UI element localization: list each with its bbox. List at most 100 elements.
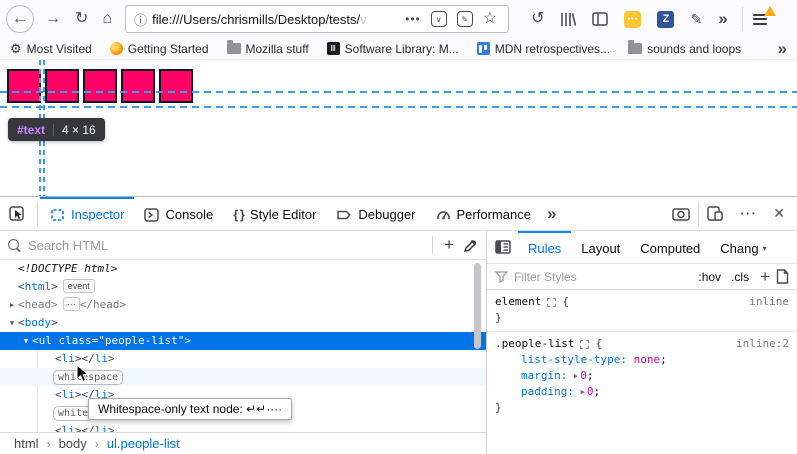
- css-declaration[interactable]: list-style-type: none;: [495, 352, 789, 368]
- search-icon: [8, 239, 21, 252]
- screenshot-extension-icon[interactable]: ✎: [457, 11, 473, 27]
- doctype-text: <!DOCTYPE html>: [18, 262, 117, 275]
- tree-row-doctype[interactable]: <!DOCTYPE html>: [0, 260, 486, 278]
- responsive-mode-icon[interactable]: [707, 206, 723, 221]
- tree-scrollbar[interactable]: [474, 263, 481, 349]
- tree-row-head[interactable]: ▶<head>⋯</head>: [0, 296, 486, 314]
- property-name: list-style-type: [521, 353, 620, 366]
- toolbar-overflow-icon[interactable]: »: [718, 9, 727, 29]
- collapse-sidebar-icon[interactable]: [495, 240, 511, 254]
- extension-glyph: ✎: [461, 15, 468, 24]
- tab-console[interactable]: Console: [134, 197, 223, 231]
- back-button[interactable]: ←: [6, 5, 34, 33]
- rule-people-list: .people-list { inline:2 list-style-type:…: [487, 332, 797, 421]
- bookmark-getting-started[interactable]: Getting Started: [110, 42, 209, 56]
- library-icon[interactable]: [560, 12, 576, 27]
- eyedropper-icon[interactable]: [463, 238, 478, 253]
- expand-value-icon[interactable]: ▶: [574, 372, 578, 380]
- list-item-box[interactable]: [121, 69, 155, 103]
- pocket-icon[interactable]: ∨: [431, 11, 447, 27]
- tag-li: li: [62, 352, 75, 365]
- rule-source-link[interactable]: inline: [749, 294, 789, 310]
- tab-debugger[interactable]: Debugger: [326, 197, 425, 231]
- infobar-tag: #text: [17, 123, 45, 137]
- history-icon[interactable]: ↺: [531, 11, 544, 27]
- collapse-arrow-icon[interactable]: ▼: [20, 332, 32, 350]
- bookmark-star-icon[interactable]: ☆: [483, 11, 497, 27]
- highlighter-target-icon[interactable]: [580, 340, 589, 349]
- zotero-extension-icon[interactable]: Z: [657, 11, 674, 28]
- pseudo-class-toggle[interactable]: :hov: [698, 270, 721, 284]
- tab-inspector[interactable]: Inspector: [40, 197, 134, 231]
- collapse-arrow-icon[interactable]: ▼: [6, 314, 18, 332]
- tab-layout[interactable]: Layout: [571, 231, 630, 264]
- tree-row-html[interactable]: <html>event: [0, 278, 486, 296]
- tag-li: li: [62, 424, 75, 432]
- tree-row-li[interactable]: <li></li>: [0, 422, 486, 432]
- collapsed-ellipsis-badge[interactable]: ⋯: [63, 297, 80, 311]
- breadcrumb-body[interactable]: body: [59, 436, 87, 451]
- tree-row-ul-selected[interactable]: ▼<ul class="people-list">: [0, 332, 486, 350]
- add-rule-button[interactable]: +: [754, 267, 776, 287]
- site-info-icon[interactable]: ⓘ: [134, 10, 147, 29]
- list-item-box[interactable]: [83, 69, 117, 103]
- tab-rules[interactable]: Rules: [518, 231, 571, 264]
- url-text[interactable]: file:///Users/chrismills/Desktop/tests/v: [152, 12, 400, 27]
- bookmarks-overflow-icon[interactable]: »: [778, 39, 787, 59]
- list-item-box[interactable]: [7, 69, 41, 103]
- print-media-icon[interactable]: [776, 269, 789, 284]
- selector-element[interactable]: element: [495, 294, 541, 310]
- url-main: file:///Users/chrismills/Desktop/tests/: [152, 12, 360, 27]
- filter-styles-input[interactable]: [514, 270, 693, 284]
- bookmark-mozilla-stuff[interactable]: Mozilla stuff: [227, 42, 309, 56]
- sidebar-tabs: Rules Layout Computed Chang▾: [487, 231, 797, 264]
- search-html-input[interactable]: [28, 238, 430, 253]
- bookmark-sounds-loops[interactable]: sounds and loops: [628, 42, 741, 56]
- tag-body: body: [25, 316, 52, 329]
- css-declaration[interactable]: padding: ▶0;: [495, 384, 789, 400]
- event-badge[interactable]: event: [63, 279, 95, 293]
- screenshot-camera-icon[interactable]: [672, 207, 690, 221]
- home-button[interactable]: ⌂: [95, 11, 119, 27]
- bookmark-mdn-retrospectives[interactable]: MDN retrospectives...: [477, 42, 610, 56]
- markup-panel: + <!DOCTYPE html> <html>event ▶<head>⋯</…: [0, 231, 487, 454]
- tab-changes[interactable]: Chang▾: [710, 231, 770, 264]
- bookmark-most-visited[interactable]: ⚙Most Visited: [10, 41, 92, 57]
- bookmark-software-library[interactable]: ⅢSoftware Library: M...: [327, 42, 459, 56]
- expand-arrow-icon[interactable]: ▶: [6, 296, 18, 314]
- tree-row-li[interactable]: <li></li>: [0, 350, 486, 368]
- selector-people-list[interactable]: .people-list: [495, 336, 574, 352]
- highlighter-target-icon[interactable]: [547, 298, 556, 307]
- sidebar-toggle-icon[interactable]: [592, 12, 608, 26]
- yellow-extension-icon[interactable]: •••: [624, 11, 641, 28]
- expand-value-icon[interactable]: ▶: [581, 388, 585, 396]
- reload-button[interactable]: ↻: [68, 11, 95, 27]
- breadcrumb-separator-icon: ›: [95, 437, 99, 451]
- tree-row-body[interactable]: ▼<body>: [0, 314, 486, 332]
- list-item-box[interactable]: [159, 69, 193, 103]
- tab-performance[interactable]: Performance: [426, 197, 541, 231]
- breadcrumb-ul-people-list[interactable]: ul.people-list: [107, 436, 180, 451]
- url-bar[interactable]: ⓘ file:///Users/chrismills/Desktop/tests…: [125, 5, 509, 33]
- rule-source-link[interactable]: inline:2: [736, 336, 789, 352]
- breadcrumb-html[interactable]: html: [14, 436, 39, 451]
- page-viewport: #text 4 × 16: [0, 60, 797, 196]
- class-toggle[interactable]: .cls: [731, 270, 749, 284]
- tab-label: Inspector: [71, 207, 124, 222]
- trello-icon: [477, 42, 490, 55]
- page-actions-icon[interactable]: •••: [405, 13, 421, 25]
- pencil-extension-icon[interactable]: ✎: [690, 12, 702, 26]
- tab-label: Debugger: [358, 207, 415, 222]
- list-item-box[interactable]: [45, 69, 79, 103]
- tab-computed[interactable]: Computed: [630, 231, 710, 264]
- css-declaration[interactable]: margin: ▶0;: [495, 368, 789, 384]
- element-picker-button[interactable]: [0, 206, 35, 222]
- add-node-button[interactable]: +: [435, 235, 463, 255]
- devtools-menu-icon[interactable]: ⋯: [739, 204, 757, 224]
- app-menu-button[interactable]: [753, 11, 767, 27]
- close-devtools-icon[interactable]: ✕: [773, 205, 785, 222]
- tab-style-editor[interactable]: { } Style Editor: [223, 197, 326, 231]
- tabs-overflow-icon[interactable]: »: [547, 204, 556, 224]
- tree-row-whitespace[interactable]: whitespace: [0, 368, 486, 386]
- forward-button[interactable]: →: [38, 11, 68, 27]
